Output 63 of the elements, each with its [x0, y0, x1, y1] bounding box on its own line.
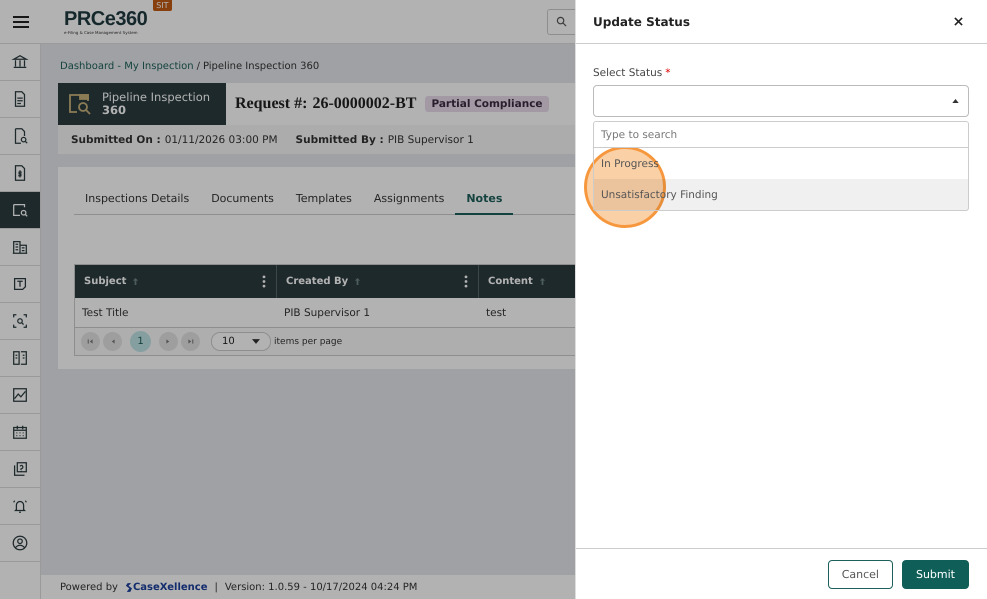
scan-search-icon [11, 312, 29, 330]
items-per-page-label: items per page [274, 336, 342, 346]
tab[interactable]: Inspections Details [74, 183, 200, 215]
table-cell-text: Test Title [81, 306, 130, 320]
submitted-by-label: Submitted By : [296, 134, 384, 146]
submitted-on-value: 01/11/2026 03:00 PM [164, 134, 278, 146]
column-header[interactable]: Subject [75, 265, 277, 298]
submitted-on-label: Submitted On : [71, 134, 161, 146]
brand-logo-icon [124, 582, 132, 592]
tab[interactable]: Assignments [362, 183, 456, 215]
request-label: Request #: [235, 95, 308, 113]
calendar-icon [11, 423, 29, 441]
column-header[interactable]: Created By [277, 265, 479, 298]
module-subtitle: 360 [102, 104, 126, 117]
first-page-icon [87, 338, 94, 345]
powered-by-text: Powered by [60, 582, 118, 592]
tab[interactable]: Documents [200, 183, 285, 215]
footer-separator: | [214, 582, 218, 592]
version-text: Version: 1.0.59 - 10/17/2024 04:24 PM [224, 582, 418, 592]
next-page-icon [165, 338, 172, 345]
breadcrumb-separator: / [196, 61, 200, 72]
status-badge: Partial Compliance [425, 96, 549, 112]
submit-button[interactable]: Submit [902, 560, 969, 588]
sidebar-item[interactable] [0, 192, 40, 229]
kebab-menu-icon[interactable] [262, 275, 266, 288]
last-page-icon [187, 338, 194, 345]
cancel-button[interactable]: Cancel [828, 560, 893, 588]
brand-name: CaseXellence [132, 582, 208, 592]
breadcrumb-link[interactable]: Dashboard - My Inspection [60, 61, 194, 72]
module-title: Pipeline Inspection [102, 91, 210, 104]
template-icon [11, 275, 29, 293]
book-icon [11, 349, 29, 367]
required-mark: * [665, 67, 670, 79]
folder-search-icon [11, 201, 29, 219]
modal-backdrop[interactable] [0, 0, 575, 599]
breadcrumb-current: Pipeline Inspection 360 [202, 61, 320, 72]
table-cell-text: PIB Supervisor 1 [283, 306, 372, 320]
help-icon [11, 460, 29, 478]
caret-down-icon [252, 339, 260, 344]
submitted-by-value: PIB Supervisor 1 [388, 134, 474, 146]
search-button[interactable] [547, 8, 575, 34]
environment-badge: SIT [153, 0, 172, 11]
bank-icon [11, 53, 29, 71]
menu-icon[interactable] [13, 16, 29, 28]
close-icon[interactable] [954, 17, 963, 26]
table-cell-text: test [485, 306, 508, 320]
request-number: 26-0000002-BT [312, 95, 416, 113]
previous-page-icon [109, 338, 116, 345]
logo[interactable]: PRCe360 [64, 8, 148, 30]
search-field[interactable]: Type to search [593, 121, 969, 148]
page-button[interactable]: 1 [130, 331, 151, 352]
kebab-menu-icon[interactable] [464, 275, 468, 288]
user-icon [11, 534, 29, 552]
field-label: Select Status [593, 67, 662, 79]
document-search-icon [67, 93, 93, 115]
search-icon [556, 16, 567, 27]
caret-up-icon [952, 99, 959, 103]
chart-icon [11, 386, 29, 404]
tab[interactable]: Templates [284, 183, 363, 215]
drawer-title: Update Status [593, 14, 690, 28]
page-size-dropdown[interactable]: 10 [211, 332, 271, 351]
tab[interactable]: Notes [455, 183, 514, 215]
buildings-icon [11, 238, 29, 256]
